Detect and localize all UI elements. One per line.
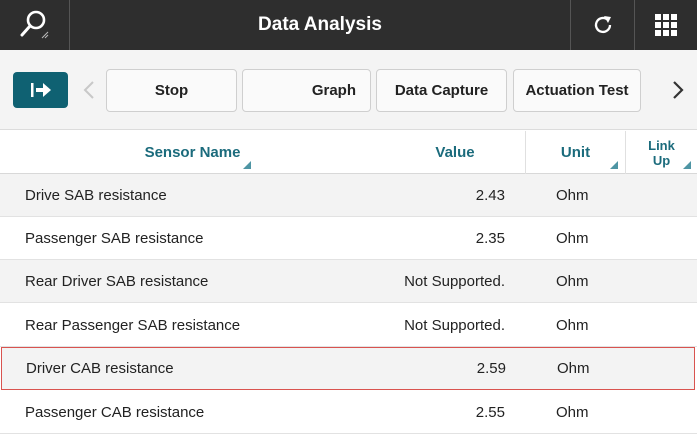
column-header-sensor-name[interactable]: Sensor Name — [0, 131, 385, 174]
sensor-name: Passenger CAB resistance — [25, 403, 205, 421]
sensor-unit: Ohm — [556, 272, 589, 290]
column-header-label: Unit — [560, 144, 591, 161]
sensor-name: Drive SAB resistance — [25, 186, 167, 204]
sensor-value: 2.59 — [476, 360, 506, 377]
data-capture-button[interactable]: Data Capture — [376, 69, 507, 112]
sensor-unit: Ohm — [556, 229, 589, 247]
column-header-label: Value — [435, 144, 475, 161]
table-row[interactable]: Drive SAB resistance 2.43 Ohm — [0, 174, 697, 217]
sensor-name: Driver CAB resistance — [26, 360, 174, 377]
graph-button[interactable]: Graph — [242, 69, 371, 112]
sensor-unit: Ohm — [556, 316, 589, 334]
sensor-value: Not Supported. — [404, 316, 505, 334]
sensor-value: 2.55 — [475, 403, 505, 421]
stop-button[interactable]: Stop — [106, 69, 237, 112]
sort-icon — [683, 161, 691, 169]
exit-arrow-icon — [30, 83, 51, 97]
sensor-unit: Ohm — [556, 403, 589, 421]
apps-grid-button[interactable] — [634, 0, 697, 50]
column-header-unit[interactable]: Unit — [525, 131, 625, 174]
scroll-left-button[interactable] — [78, 70, 100, 110]
sensor-value: 2.43 — [475, 186, 505, 204]
sensor-value: 2.35 — [475, 229, 505, 247]
top-bar: Data Analysis — [0, 0, 697, 50]
refresh-button[interactable] — [570, 0, 634, 50]
table-row[interactable]: Rear Driver SAB resistance Not Supported… — [0, 260, 697, 303]
exit-button[interactable] — [13, 72, 68, 108]
sort-icon — [243, 161, 251, 169]
table-row[interactable]: Passenger SAB resistance 2.35 Ohm — [0, 217, 697, 260]
page-title: Data Analysis — [258, 14, 382, 35]
sensor-value: Not Supported. — [404, 272, 505, 290]
table-row[interactable]: Passenger CAB resistance 2.55 Ohm — [0, 391, 697, 434]
table-header: Sensor Name Value Unit Link Up — [0, 131, 697, 174]
sensor-unit: Ohm — [556, 186, 589, 204]
search-button[interactable] — [0, 0, 70, 50]
toolbar: Stop Graph Data Capture Actuation Test — [0, 50, 697, 130]
search-icon — [20, 10, 48, 39]
sort-icon — [610, 161, 618, 169]
column-header-label: Up — [652, 152, 671, 168]
column-header-label: Link — [648, 137, 675, 153]
sensor-unit: Ohm — [557, 360, 590, 377]
actuation-test-button[interactable]: Actuation Test — [513, 69, 641, 112]
scroll-right-button[interactable] — [667, 70, 689, 110]
sensor-name: Rear Driver SAB resistance — [25, 272, 209, 290]
column-header-label: Sensor Name — [144, 144, 241, 161]
sensor-name: Passenger SAB resistance — [25, 229, 204, 247]
chevron-left-icon — [83, 81, 94, 99]
grid-icon — [655, 14, 677, 36]
chevron-right-icon — [673, 81, 684, 99]
column-header-value[interactable]: Value — [385, 131, 525, 174]
column-header-link-up[interactable]: Link Up — [625, 131, 697, 174]
sensor-name: Rear Passenger SAB resistance — [25, 316, 241, 334]
refresh-icon — [594, 16, 611, 34]
table-row[interactable]: Rear Passenger SAB resistance Not Suppor… — [0, 304, 697, 347]
table-row-selected[interactable]: Driver CAB resistance 2.59 Ohm — [1, 347, 695, 390]
